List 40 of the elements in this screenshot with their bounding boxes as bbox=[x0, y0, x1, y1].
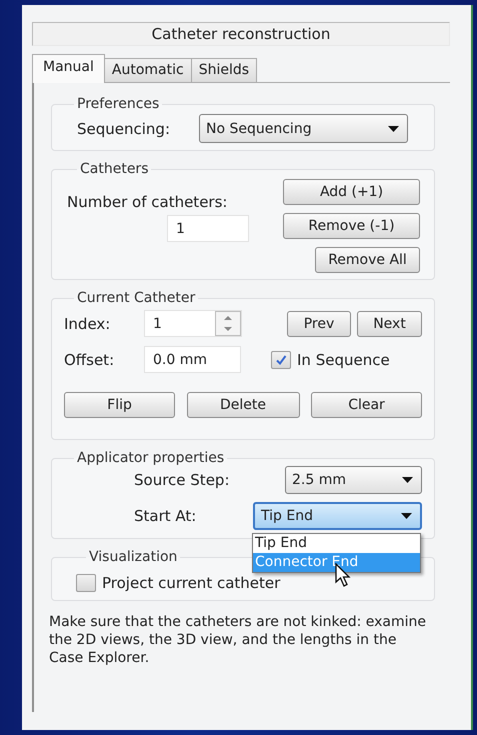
tab[interactable]: Manual bbox=[32, 54, 105, 83]
field-label: Sequencing: bbox=[76, 120, 172, 138]
spin-arrows-icon bbox=[215, 311, 241, 336]
group-title: Current Catheter bbox=[76, 290, 196, 306]
button[interactable]: Next bbox=[357, 310, 422, 336]
group-title: Catheters bbox=[79, 161, 150, 177]
button[interactable]: Remove All bbox=[315, 247, 420, 273]
check-icon bbox=[274, 352, 288, 366]
caret-icon bbox=[401, 513, 412, 519]
field-label: Source Step: bbox=[133, 471, 230, 489]
text-field[interactable]: 0.0 mm bbox=[144, 346, 241, 373]
checkbox[interactable] bbox=[76, 574, 96, 592]
field-label: Index: bbox=[64, 314, 112, 332]
field-label: Offset: bbox=[64, 350, 116, 368]
group-title: Visualization bbox=[88, 549, 178, 565]
dropdown[interactable]: No Sequencing bbox=[199, 114, 408, 143]
dropdown[interactable]: Tip End bbox=[253, 502, 422, 530]
tab[interactable]: Shields bbox=[190, 58, 258, 82]
caret-icon bbox=[388, 126, 399, 132]
spin-field[interactable]: 1 bbox=[144, 310, 242, 337]
tab[interactable]: Automatic bbox=[104, 58, 192, 82]
button[interactable]: Prev bbox=[287, 310, 351, 336]
button[interactable]: Delete bbox=[186, 392, 300, 418]
button[interactable]: Clear bbox=[311, 392, 422, 418]
panel-title: Catheter reconstruction bbox=[32, 22, 450, 46]
field-label: Start At: bbox=[133, 507, 198, 525]
dropdown-option[interactable]: Tip End bbox=[253, 534, 420, 553]
caret-icon bbox=[402, 477, 413, 483]
button[interactable]: Remove (-1) bbox=[283, 213, 420, 239]
number-field[interactable]: 1 bbox=[167, 215, 249, 242]
checkbox-label: Project current catheter bbox=[102, 574, 280, 592]
button[interactable]: Flip bbox=[64, 392, 175, 418]
checkbox[interactable] bbox=[271, 350, 291, 368]
button[interactable]: Add (+1) bbox=[283, 179, 420, 205]
hint-text: Make sure that the catheters are not kinked: examine the 2D views, the 3D view, and the lengths in the Case Explorer. bbox=[49, 613, 428, 667]
field-label: Number of catheters: bbox=[67, 193, 228, 211]
checkbox-label: In Sequence bbox=[297, 350, 390, 368]
group-title: Applicator properties bbox=[76, 450, 226, 466]
group-title: Preferences bbox=[76, 96, 160, 112]
dropdown[interactable]: 2.5 mm bbox=[285, 466, 422, 494]
